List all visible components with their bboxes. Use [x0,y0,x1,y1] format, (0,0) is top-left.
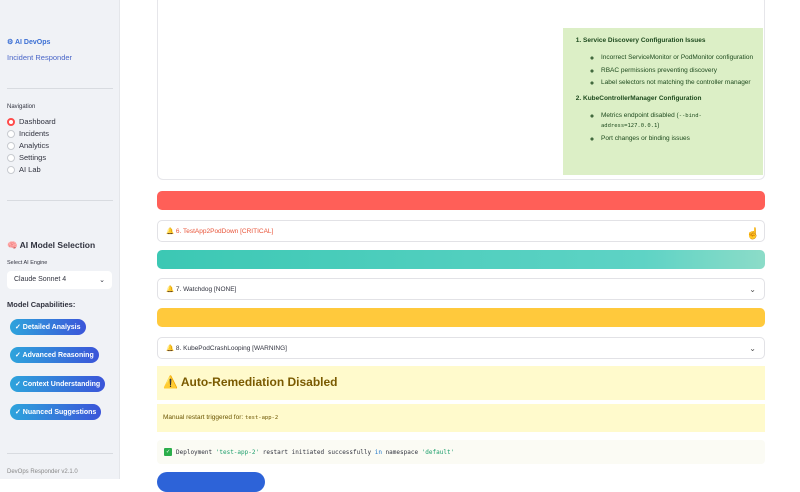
nav-dashboard[interactable]: Dashboard [7,117,56,126]
alert-expander-7[interactable]: 🔔 7. Watchdog [NONE] ⌄ [157,278,765,300]
alert-title: 🔔 6. TestApp2PodDown [CRITICAL] [166,228,274,235]
nav-analytics[interactable]: Analytics [7,141,49,150]
radio-icon [7,165,15,174]
none-severity-bar [157,250,765,269]
radio-icon [7,141,15,150]
action-button[interactable] [157,472,265,492]
check-icon: ✓ [164,448,172,456]
chevron-down-icon: ⌄ [749,284,756,294]
remediation-warning: ⚠️ Auto-Remediation Disabled [157,366,765,400]
bullet: Port changes or binding issues [601,134,757,143]
capability-badge: ✓ Nuanced Suggestions [10,404,102,420]
bullet: Metrics endpoint disabled (--bind-addres… [601,111,757,131]
item-title: Service Discovery Configuration Issues [583,37,706,44]
sidebar: ⚙ AI DevOps Incident Responder Navigatio… [0,0,120,479]
restart-result: ✓ Deployment 'test-app-2' restart initiat… [157,440,765,464]
nav-label: Dashboard [19,117,56,126]
manual-restart-info: Manual restart triggered for: test-app-2 [157,404,765,432]
engine-select[interactable]: Claude Sonnet 4 ⌄ [7,271,112,289]
engine-label: Select AI Engine [7,260,48,266]
warning-severity-bar [157,308,765,327]
capability-badge: ✓ Advanced Reasoning [10,347,99,363]
info-text: Manual restart triggered for: [163,414,246,421]
nav-incidents[interactable]: Incidents [7,129,49,138]
analysis-item: KubeControllerManager Configuration Metr… [583,94,757,144]
bullet: RBAC permissions preventing discovery [601,66,757,75]
critical-severity-bar [157,191,765,210]
nav-settings[interactable]: Settings [7,153,46,162]
app-subtitle: Incident Responder [7,53,73,62]
divider [7,88,113,89]
chevron-down-icon: ⌄ [749,343,756,353]
app-brand: ⚙ AI DevOps [7,39,51,46]
analysis-item: Service Discovery Configuration Issues I… [583,36,757,88]
nav-label: Settings [19,153,47,162]
divider [7,200,113,201]
alert-expander-8[interactable]: 🔔 8. KubePodCrashLooping [WARNING] ⌄ [157,337,765,359]
model-heading: 🧠 AI Model Selection [7,240,96,250]
bullet: Label selectors not matching the control… [601,78,757,87]
nav-label: AI Lab [19,165,41,174]
nav-label: Incidents [19,129,50,138]
nav-label: Navigation [7,104,36,110]
hand-cursor-icon: ☝ [746,228,760,240]
radio-icon [7,129,15,138]
alert-title: 🔔 8. KubePodCrashLooping [WARNING] [166,345,287,352]
capability-badge: ✓ Context Understanding [10,376,106,392]
item-title: KubeControllerManager Configuration [583,94,702,102]
target-code: test-app-2 [245,415,279,421]
radio-icon [7,153,15,162]
alert-title: 🔔 7. Watchdog [NONE] [166,286,237,293]
caps-heading: Model Capabilities: [7,300,76,309]
version-text: DevOps Responder v2.1.0 [7,469,78,475]
bullet: Incorrect ServiceMonitor or PodMonitor c… [601,53,757,62]
radio-icon [7,117,15,126]
capability-badge: ✓ Detailed Analysis [10,319,86,335]
result-text: Deployment 'test-app-2' restart initiate… [176,448,455,456]
nav-label: Analytics [19,141,50,150]
nav-ai-lab[interactable]: AI Lab [7,165,41,174]
alert-expander-6[interactable]: 🔔 6. TestApp2PodDown [CRITICAL] [157,220,765,242]
chevron-down-icon: ⌄ [99,277,105,284]
engine-value: Claude Sonnet 4 [14,276,67,283]
analysis-box: Service Discovery Configuration Issues I… [563,28,763,175]
divider [7,453,113,454]
